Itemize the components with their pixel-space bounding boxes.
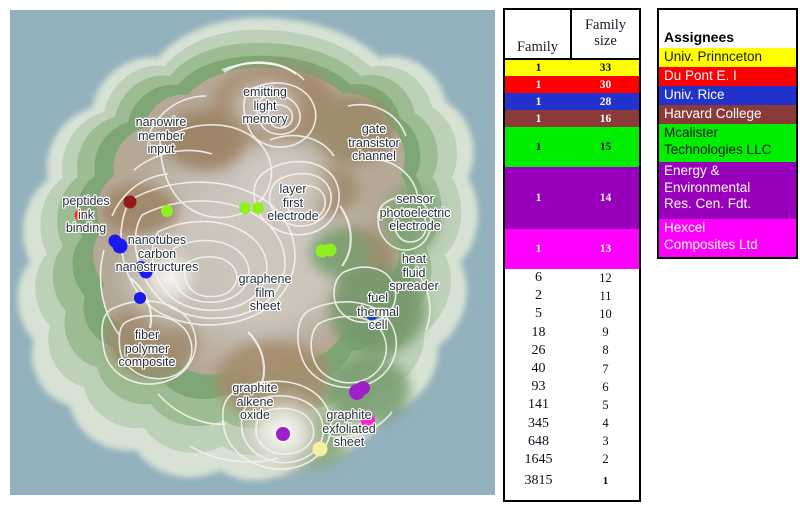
cell-family-size: 28 (599, 95, 612, 108)
legend-item[interactable]: Harvard College (659, 105, 796, 124)
cell-family-size: 13 (599, 243, 612, 255)
family-table-header-row: Family Family size (505, 10, 639, 60)
assignees-legend-title: Assignees (664, 29, 735, 45)
table-row[interactable]: 5 10 (505, 305, 639, 323)
legend-item[interactable]: Univ. Rice (659, 86, 796, 105)
map-dot[interactable] (366, 309, 378, 321)
legend-item[interactable]: Hexcel Composites Ltd (659, 219, 796, 257)
cell-family: 1 (535, 243, 542, 255)
table-row[interactable]: 2 11 (505, 287, 639, 305)
cell-family-size: 16 (599, 112, 612, 125)
cell-family: 1 (535, 141, 542, 153)
map-dot[interactable] (388, 222, 398, 232)
cell-family: 141 (528, 397, 549, 413)
cell-family: 2 (535, 288, 542, 304)
cell-family-size: 8 (602, 343, 609, 358)
table-row[interactable]: 40 7 (505, 360, 639, 378)
table-row[interactable]: 1 33 (505, 60, 639, 76)
patent-landscape-map[interactable]: emitting light memory nanowire member inp… (10, 10, 495, 495)
table-row[interactable]: 6 12 (505, 269, 639, 287)
cell-family: 40 (531, 361, 546, 377)
cell-family-size: 10 (599, 306, 612, 321)
map-dot[interactable] (74, 209, 86, 221)
cell-family-size: 6 (602, 379, 609, 394)
family-table-body: 1 33 1 30 1 28 1 16 1 15 1 14 1 13 6 12 2 11 5 10 18 9 26 8 40 7 9… (505, 60, 639, 493)
cell-family: 648 (528, 433, 549, 449)
cell-family-size: 15 (599, 141, 612, 153)
map-dot[interactable] (252, 202, 264, 214)
cell-family-size: 1 (602, 475, 609, 488)
table-row[interactable]: 93 6 (505, 378, 639, 396)
map-dot[interactable] (356, 381, 370, 395)
table-row[interactable]: 648 3 (505, 433, 639, 451)
legend-item[interactable]: Mcalister Technologies LLC (659, 124, 796, 162)
map-dot[interactable] (134, 292, 146, 304)
cell-family-size: 33 (599, 62, 612, 74)
table-row[interactable]: 1645 2 (505, 451, 639, 469)
cell-family-size: 9 (602, 325, 609, 340)
family-size-table[interactable]: Family Family size 1 33 1 30 1 28 1 16 1 15 1 14 1 13… (503, 8, 641, 502)
table-row[interactable]: 1 13 (505, 229, 639, 269)
table-row[interactable]: 1 30 (505, 76, 639, 93)
cell-family-size: 14 (599, 192, 612, 204)
table-row[interactable]: 26 8 (505, 342, 639, 360)
map-dot[interactable] (135, 261, 147, 273)
header-family: Family (505, 10, 572, 58)
legend-item[interactable]: Energy & Environmental Res. Cen. Fdt. (659, 162, 796, 219)
table-row[interactable]: 1 16 (505, 110, 639, 127)
cell-family-size: 2 (602, 452, 609, 467)
cell-family: 93 (531, 379, 546, 395)
cell-family: 18 (531, 324, 546, 340)
map-dot[interactable] (323, 243, 337, 257)
terrain-contour-graphic (10, 10, 495, 495)
assignees-legend[interactable]: Assignees Univ. Prinnceton Du Pont E. I Un… (657, 8, 798, 259)
cell-family: 1645 (524, 451, 553, 467)
cell-family-size: 5 (602, 397, 609, 412)
cell-family: 6 (535, 270, 542, 286)
table-row[interactable]: 345 4 (505, 415, 639, 433)
table-row[interactable]: 1 15 (505, 127, 639, 167)
cell-family: 26 (531, 342, 546, 358)
header-family-size: Family size (584, 16, 627, 49)
map-dot[interactable] (276, 427, 290, 441)
cell-family: 1 (535, 95, 542, 108)
map-dot[interactable] (361, 414, 375, 428)
table-row[interactable]: 1 14 (505, 167, 639, 229)
table-row[interactable]: 18 9 (505, 324, 639, 342)
map-dot[interactable] (312, 441, 328, 457)
table-row[interactable]: 3815 1 (505, 469, 639, 493)
map-dot[interactable] (161, 205, 173, 217)
cell-family: 1 (535, 192, 542, 204)
map-dot[interactable] (239, 202, 251, 214)
cell-family: 5 (535, 306, 542, 322)
cell-family-size: 30 (599, 78, 612, 91)
legend-item[interactable]: Univ. Prinnceton (659, 48, 796, 67)
cell-family: 345 (528, 415, 549, 431)
assignees-legend-body: Univ. Prinnceton Du Pont E. I Univ. Rice Ha… (659, 48, 796, 257)
cell-family: 3815 (524, 473, 553, 489)
table-row[interactable]: 1 28 (505, 93, 639, 110)
cell-family-size: 12 (599, 270, 612, 285)
cell-family-size: 4 (602, 416, 609, 431)
map-dot[interactable] (123, 195, 137, 209)
cell-family: 1 (535, 78, 542, 91)
cell-family-size: 11 (599, 288, 612, 303)
table-row[interactable]: 141 5 (505, 396, 639, 414)
cell-family: 1 (535, 62, 542, 74)
map-dot[interactable] (108, 234, 122, 248)
cell-family-size: 3 (602, 434, 609, 449)
cell-family-size: 7 (602, 361, 609, 376)
cell-family: 1 (535, 112, 542, 125)
legend-item[interactable]: Du Pont E. I (659, 67, 796, 86)
